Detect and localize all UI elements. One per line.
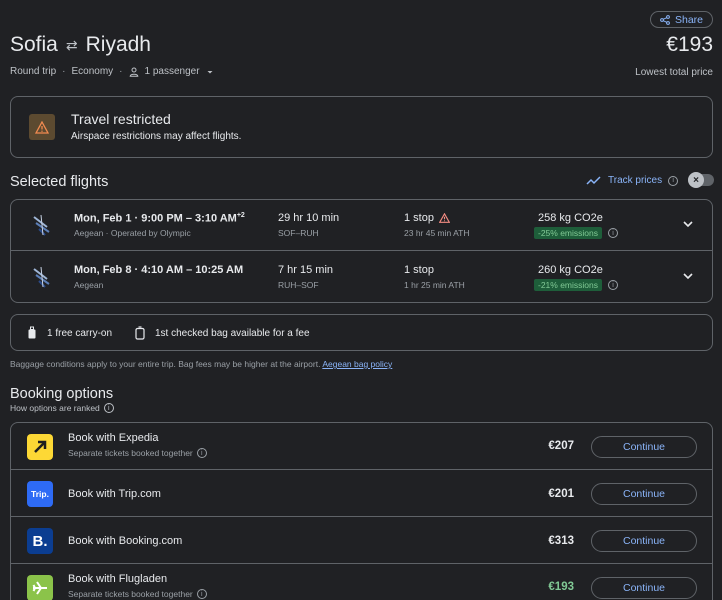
share-label: Share bbox=[674, 13, 704, 26]
flight-row[interactable]: Mon, Feb 8 · 4:10 AM – 10:25 AM Aegean 7… bbox=[11, 252, 712, 303]
selected-flights-title: Selected flights bbox=[10, 174, 109, 190]
swap-arrows-icon: ⇄ bbox=[65, 36, 78, 53]
flight-duration: 29 hr 10 min bbox=[278, 212, 340, 224]
emissions-badge: -25% emissions bbox=[534, 227, 602, 239]
flight-stops: 1 stop bbox=[404, 264, 434, 276]
stop-count: 1 stop bbox=[404, 212, 434, 224]
booking-note: Separate tickets booked together i bbox=[68, 448, 207, 458]
warning-icon bbox=[29, 114, 55, 140]
booking-note: Separate tickets booked together i bbox=[68, 589, 207, 599]
travel-restriction-banner: Travel restricted Airspace restrictions … bbox=[10, 96, 713, 158]
continue-button[interactable]: Continue bbox=[591, 436, 697, 458]
trip-type: Round trip bbox=[10, 66, 57, 77]
booking-provider-name: Book with Flugladen bbox=[68, 573, 168, 585]
stop-count: 1 stop bbox=[404, 264, 434, 276]
checked-bag-icon bbox=[135, 326, 145, 340]
carry-on-label: 1 free carry-on bbox=[47, 327, 113, 339]
booking-provider-name: Book with Booking.com bbox=[68, 535, 183, 547]
share-button[interactable]: Share bbox=[650, 11, 713, 28]
how-ranked-link[interactable]: How options are ranked i bbox=[10, 403, 114, 413]
selected-flights-list: Mon, Feb 1 · 9:00 PM – 3:10 AM+2 Aegean … bbox=[10, 199, 713, 303]
destination-city: Riyadh bbox=[85, 33, 151, 56]
baggage-note: Baggage conditions apply to your entire … bbox=[10, 359, 393, 369]
continue-button[interactable]: Continue bbox=[591, 483, 697, 505]
flight-route: SOF–RUH bbox=[278, 228, 319, 238]
track-prices-link[interactable]: Track prices i bbox=[586, 175, 679, 186]
flight-duration: 7 hr 15 min bbox=[278, 264, 334, 276]
booking-options-list: Book with Expedia Separate tickets booke… bbox=[10, 422, 713, 600]
booking-option-expedia[interactable]: Book with Expedia Separate tickets booke… bbox=[11, 423, 712, 470]
flight-date: Mon, Feb 8 bbox=[74, 264, 132, 276]
flight-times: Mon, Feb 1 · 9:00 PM – 3:10 AM+2 bbox=[74, 212, 245, 225]
dropdown-arrow-icon bbox=[207, 70, 213, 73]
origin-city: Sofia bbox=[10, 33, 58, 56]
info-icon[interactable]: i bbox=[668, 175, 679, 186]
emissions-badge-group: -25% emissions i bbox=[534, 227, 618, 239]
expedia-logo-icon bbox=[27, 434, 53, 460]
chevron-down-icon[interactable] bbox=[682, 270, 694, 282]
checked-bag-item: 1st checked bag available for a fee bbox=[135, 326, 310, 340]
booking-option-booking-com[interactable]: B. Book with Booking.com €313 Continue bbox=[11, 517, 712, 564]
booking-provider-name: Book with Expedia bbox=[68, 432, 159, 444]
checked-bag-label: 1st checked bag available for a fee bbox=[155, 327, 310, 339]
booking-provider-name: Book with Trip.com bbox=[68, 488, 161, 500]
booking-price: €201 bbox=[548, 488, 574, 500]
aegean-logo-icon bbox=[33, 266, 50, 288]
info-icon[interactable]: i bbox=[196, 448, 207, 458]
bag-policy-link[interactable]: Aegean bag policy bbox=[322, 359, 392, 369]
airline-name: Aegean bbox=[74, 280, 104, 290]
route-title: Sofia ⇄ Riyadh bbox=[10, 33, 151, 57]
info-icon[interactable]: i bbox=[196, 589, 207, 599]
info-icon[interactable]: i bbox=[103, 403, 114, 413]
booking-options-title: Booking options bbox=[10, 386, 114, 402]
track-prices-toggle[interactable]: × bbox=[688, 172, 714, 188]
restriction-description: Airspace restrictions may affect flights… bbox=[71, 131, 242, 142]
info-icon[interactable]: i bbox=[608, 280, 618, 290]
booking-price: €193 bbox=[548, 581, 574, 593]
tripcom-logo-icon: Trip. bbox=[27, 481, 53, 507]
continue-button[interactable]: Continue bbox=[591, 530, 697, 552]
person-icon bbox=[129, 67, 138, 77]
layover-info: 23 hr 45 min ATH bbox=[404, 228, 470, 238]
booking-option-flugladen[interactable]: Book with Flugladen Separate tickets boo… bbox=[11, 564, 712, 600]
continue-button[interactable]: Continue bbox=[591, 577, 697, 599]
booking-price: €313 bbox=[548, 535, 574, 547]
flight-date: Mon, Feb 1 bbox=[74, 212, 132, 225]
flight-row[interactable]: Mon, Feb 1 · 9:00 PM – 3:10 AM+2 Aegean … bbox=[11, 200, 712, 251]
emissions-value: 258 kg CO2e bbox=[538, 212, 603, 224]
lowest-price: €193 bbox=[666, 33, 713, 56]
flight-stops: 1 stop bbox=[404, 212, 450, 224]
emissions-badge: -21% emissions bbox=[534, 279, 602, 291]
passenger-selector[interactable]: 1 passenger bbox=[129, 66, 214, 77]
flight-time-range: 4:10 AM – 10:25 AM bbox=[141, 264, 244, 276]
close-icon: × bbox=[688, 172, 704, 188]
carry-on-bag-icon bbox=[28, 326, 36, 339]
aegean-logo-icon bbox=[33, 214, 50, 236]
track-prices-label: Track prices bbox=[608, 175, 663, 186]
trip-summary: Round trip · Economy · 1 passenger bbox=[10, 66, 214, 77]
chevron-down-icon[interactable] bbox=[682, 218, 694, 230]
layover-info: 1 hr 25 min ATH bbox=[404, 280, 465, 290]
flight-route: RUH–SOF bbox=[278, 280, 319, 290]
booking-com-logo-icon: B. bbox=[27, 528, 53, 554]
info-icon[interactable]: i bbox=[608, 228, 618, 238]
flight-time-range: 9:00 PM – 3:10 AM bbox=[141, 212, 237, 225]
restriction-title: Travel restricted bbox=[71, 111, 171, 127]
airplane-icon bbox=[27, 575, 53, 600]
price-note: Lowest total price bbox=[635, 67, 713, 78]
emissions-value: 260 kg CO2e bbox=[538, 264, 603, 276]
day-offset: +2 bbox=[236, 212, 245, 219]
warning-icon bbox=[438, 213, 450, 223]
passenger-count: 1 passenger bbox=[144, 66, 200, 77]
booking-option-tripcom[interactable]: Trip. Book with Trip.com €201 Continue bbox=[11, 470, 712, 517]
emissions-badge-group: -21% emissions i bbox=[534, 279, 618, 291]
cabin-class: Economy bbox=[71, 66, 114, 77]
trend-icon bbox=[586, 175, 601, 185]
baggage-info: 1 free carry-on 1st checked bag availabl… bbox=[10, 314, 713, 351]
carry-on-item: 1 free carry-on bbox=[27, 326, 112, 340]
share-icon bbox=[660, 14, 670, 25]
booking-price: €207 bbox=[548, 440, 574, 452]
airline-name: Aegean · Operated by Olympic bbox=[74, 228, 191, 238]
flight-times: Mon, Feb 8 · 4:10 AM – 10:25 AM bbox=[74, 264, 244, 276]
